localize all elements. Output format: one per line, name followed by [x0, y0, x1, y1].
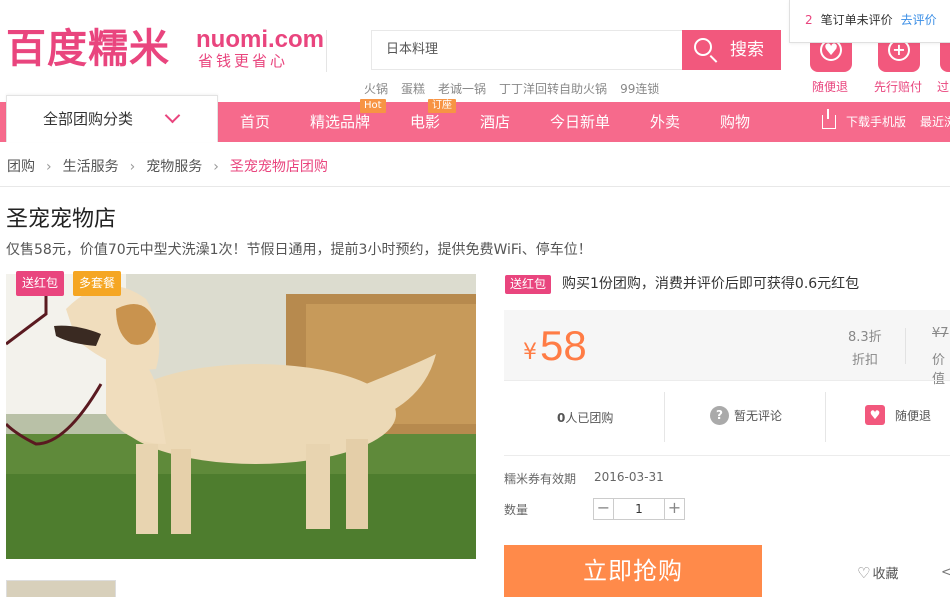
original-price-label: 价值 — [932, 353, 946, 387]
chevron-down-icon — [164, 107, 181, 124]
search-button-label: 搜索 — [730, 40, 764, 60]
hot-word[interactable]: 火锅 — [364, 82, 388, 96]
discount-value: 8.3折 — [848, 330, 882, 345]
quantity-label: 数量 — [504, 503, 529, 517]
promise-label[interactable]: 先行赔付 — [874, 78, 922, 95]
share-icon[interactable]: < — [941, 565, 950, 580]
favorite-label: 收藏 — [872, 567, 899, 582]
deal-subtitle: 仅售58元，价值70元中型犬洗澡1次！节假日通用，提前3小时预约，提供免费WiF… — [6, 242, 592, 258]
download-icon — [822, 109, 836, 129]
quantity-decrease-button[interactable]: − — [594, 499, 614, 519]
sold-count: 0人已团购 — [557, 409, 613, 426]
breadcrumb-current[interactable]: 圣宠宠物店团购 — [230, 159, 328, 175]
promise-label[interactable]: 过 — [937, 78, 949, 95]
favorite-button[interactable]: ♡ 收藏 — [857, 563, 898, 582]
breadcrumb: 团购 › 生活服务 › 宠物服务 › 圣宠宠物店团购 — [7, 156, 328, 176]
promise-label[interactable]: 随便退 — [812, 78, 848, 95]
deal-photo[interactable] — [6, 274, 476, 559]
download-app-link[interactable]: 下载手机版 — [846, 102, 906, 142]
breadcrumb-item[interactable]: 生活服务 — [63, 159, 119, 175]
hot-badge: Hot — [360, 99, 386, 113]
breadcrumb-separator: › — [129, 159, 136, 175]
discount-label: 折扣 — [852, 353, 879, 368]
logo-slogan: 省钱更省心 — [198, 52, 289, 70]
nav-item-new[interactable]: 今日新单 — [550, 102, 610, 142]
divider — [504, 380, 950, 381]
currency-symbol: ¥ — [523, 340, 537, 365]
review-link[interactable]: 去评价 — [901, 13, 937, 27]
hot-word[interactable]: 丁丁洋回转自助火锅 — [499, 82, 607, 96]
heart-outline-icon: ♡ — [857, 564, 871, 582]
review-status[interactable]: 暂无评论 — [734, 407, 782, 424]
original-price: ¥7 — [932, 326, 949, 341]
divider — [0, 186, 950, 187]
hot-words: 火锅 蛋糕 老诚一锅 丁丁洋回转自助火锅 99连锁 — [364, 80, 672, 97]
hot-word[interactable]: 蛋糕 — [401, 82, 425, 96]
category-dropdown[interactable]: 全部团购分类 — [6, 95, 218, 142]
nav-item-home[interactable]: 首页 — [240, 102, 270, 142]
search-input[interactable]: 日本料理 — [371, 30, 683, 70]
review-count: 2 — [805, 13, 813, 27]
refund-policy[interactable]: 随便退 — [895, 407, 931, 424]
redpacket-badge: 送红包 — [505, 275, 552, 294]
breadcrumb-separator: › — [46, 159, 52, 175]
breadcrumb-item[interactable]: 团购 — [7, 159, 35, 175]
breadcrumb-item[interactable]: 宠物服务 — [146, 159, 202, 175]
quantity-stepper: − 1 + — [593, 498, 685, 520]
search-button[interactable]: 搜索 — [682, 30, 781, 70]
multi-package-tag: 多套餐 — [73, 271, 122, 296]
nav-item-takeout[interactable]: 外卖 — [650, 102, 680, 142]
search-icon — [694, 38, 712, 56]
divider — [825, 392, 826, 442]
page: { "header": { "logo_text": "百度糯米", "logo… — [0, 0, 950, 597]
booking-badge: 订座 — [428, 99, 456, 113]
sold-suffix: 人已团购 — [565, 411, 614, 425]
heart-icon: ♥ — [865, 405, 885, 425]
review-text: 笔订单未评价 — [820, 13, 893, 27]
hot-word[interactable]: 99连锁 — [620, 82, 659, 96]
review-reminder: 2 笔订单未评价 去评价 — [789, 0, 950, 43]
validity-label: 糯米券有效期 — [504, 472, 577, 486]
redpacket-tag: 送红包 — [16, 271, 65, 296]
breadcrumb-separator: › — [213, 159, 219, 175]
photo-thumbnail[interactable] — [6, 580, 116, 597]
divider — [664, 392, 665, 442]
deal-title: 圣宠宠物店 — [6, 207, 117, 232]
category-label: 全部团购分类 — [43, 110, 134, 128]
price-divider — [905, 328, 906, 364]
logo-text[interactable]: 百度糯米 — [6, 26, 170, 72]
logo-divider — [326, 30, 327, 72]
redpacket-text: 购买1份团购，消费并评价后即可获得0.6元红包 — [562, 276, 860, 292]
logo-domain[interactable]: nuomi.com — [196, 28, 324, 52]
divider — [504, 455, 950, 456]
nav-item-hotel[interactable]: 酒店 — [480, 102, 510, 142]
buy-now-button[interactable]: 立即抢购 — [504, 545, 762, 597]
dog-illustration — [6, 274, 476, 559]
recent-viewed-link[interactable]: 最近浏 — [920, 102, 950, 142]
quantity-increase-button[interactable]: + — [664, 499, 684, 519]
quantity-input[interactable]: 1 — [614, 499, 664, 519]
deal-price: 58 — [540, 322, 587, 369]
validity-date: 2016-03-31 — [594, 470, 664, 484]
nav-item-shopping[interactable]: 购物 — [720, 102, 750, 142]
hot-word[interactable]: 老诚一锅 — [438, 82, 486, 96]
question-icon: ? — [710, 406, 729, 425]
